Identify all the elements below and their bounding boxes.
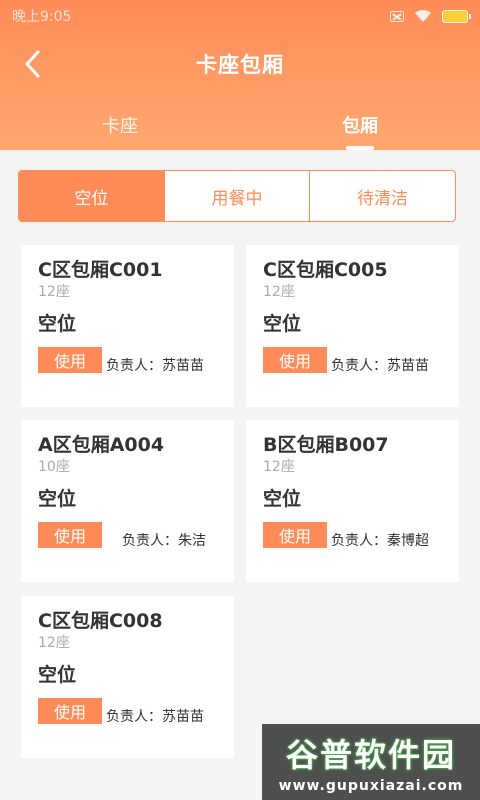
room-owner: 负责人：朱洁 <box>122 533 206 549</box>
card-footer: 使用 负责人：苏苗苗 <box>38 698 217 726</box>
room-card[interactable]: C区包厢C001 12座 空位 使用 负责人：苏苗苗 <box>21 245 234 407</box>
room-owner: 负责人：苏苗苗 <box>106 709 204 725</box>
room-card[interactable]: C区包厢C008 12座 空位 使用 负责人：苏苗苗 <box>21 596 234 758</box>
use-button[interactable]: 使用 <box>263 347 327 373</box>
card-footer: 使用 负责人：朱洁 <box>38 522 217 550</box>
card-footer: 使用 负责人：秦博超 <box>263 522 442 550</box>
room-name: C区包厢C001 <box>38 259 163 281</box>
filter-dining[interactable]: 用餐中 <box>165 171 311 221</box>
use-button[interactable]: 使用 <box>38 347 102 373</box>
room-owner: 负责人：苏苗苗 <box>331 358 429 374</box>
card-footer: 使用 负责人：苏苗苗 <box>263 347 442 375</box>
status-icons <box>390 9 471 23</box>
room-card[interactable]: C区包厢C005 12座 空位 使用 负责人：苏苗苗 <box>246 245 459 407</box>
room-seats: 12座 <box>263 284 295 300</box>
watermark-logo: 谷普软件园 www.gupuxiazai.com <box>262 724 480 800</box>
room-seats: 10座 <box>38 459 70 475</box>
room-name: C区包厢C005 <box>263 259 388 281</box>
tab-label: 包厢 <box>342 116 378 137</box>
filter-vacant[interactable]: 空位 <box>19 171 165 221</box>
room-name: B区包厢B007 <box>263 434 389 456</box>
watermark-title: 谷普软件园 <box>285 736 456 774</box>
page-title: 卡座包厢 <box>196 53 284 77</box>
tab-label: 卡座 <box>102 116 138 137</box>
tab-active-indicator <box>346 146 374 150</box>
room-seats: 12座 <box>38 635 70 651</box>
status-filter: 空位 用餐中 待清洁 <box>18 170 456 222</box>
title-bar: 卡座包厢 <box>0 38 480 90</box>
battery-icon <box>442 9 471 23</box>
room-status: 空位 <box>263 488 302 510</box>
use-button[interactable]: 使用 <box>38 698 102 724</box>
tab-private-room[interactable]: 包厢 <box>240 100 480 150</box>
room-status: 空位 <box>38 313 77 335</box>
use-button[interactable]: 使用 <box>38 522 102 548</box>
room-status: 空位 <box>263 313 302 335</box>
room-seats: 12座 <box>38 284 70 300</box>
back-button[interactable] <box>12 44 52 84</box>
room-owner: 负责人：秦博超 <box>331 533 429 549</box>
app-header: 晚上9:05 卡座包厢 卡座 包厢 <box>0 0 480 150</box>
room-card[interactable]: B区包厢B007 12座 空位 使用 负责人：秦博超 <box>246 420 459 582</box>
chevron-left-icon <box>25 50 40 78</box>
room-status: 空位 <box>38 664 77 686</box>
tab-booth[interactable]: 卡座 <box>0 100 240 150</box>
use-button[interactable]: 使用 <box>263 522 327 548</box>
tab-bar: 卡座 包厢 <box>0 100 480 150</box>
wifi-icon <box>415 9 431 22</box>
room-status: 空位 <box>38 488 77 510</box>
filter-cleaning[interactable]: 待清洁 <box>310 171 455 221</box>
room-name: C区包厢C008 <box>38 610 163 632</box>
card-footer: 使用 负责人：苏苗苗 <box>38 347 217 375</box>
sim-card-icon <box>390 10 404 22</box>
room-name: A区包厢A004 <box>38 434 165 456</box>
watermark-url: www.gupuxiazai.com <box>278 778 464 794</box>
room-owner: 负责人：苏苗苗 <box>106 358 204 374</box>
room-seats: 12座 <box>263 459 295 475</box>
status-time: 晚上9:05 <box>12 9 72 25</box>
room-card[interactable]: A区包厢A004 10座 空位 使用 负责人：朱洁 <box>21 420 234 582</box>
status-bar: 晚上9:05 <box>0 0 480 32</box>
